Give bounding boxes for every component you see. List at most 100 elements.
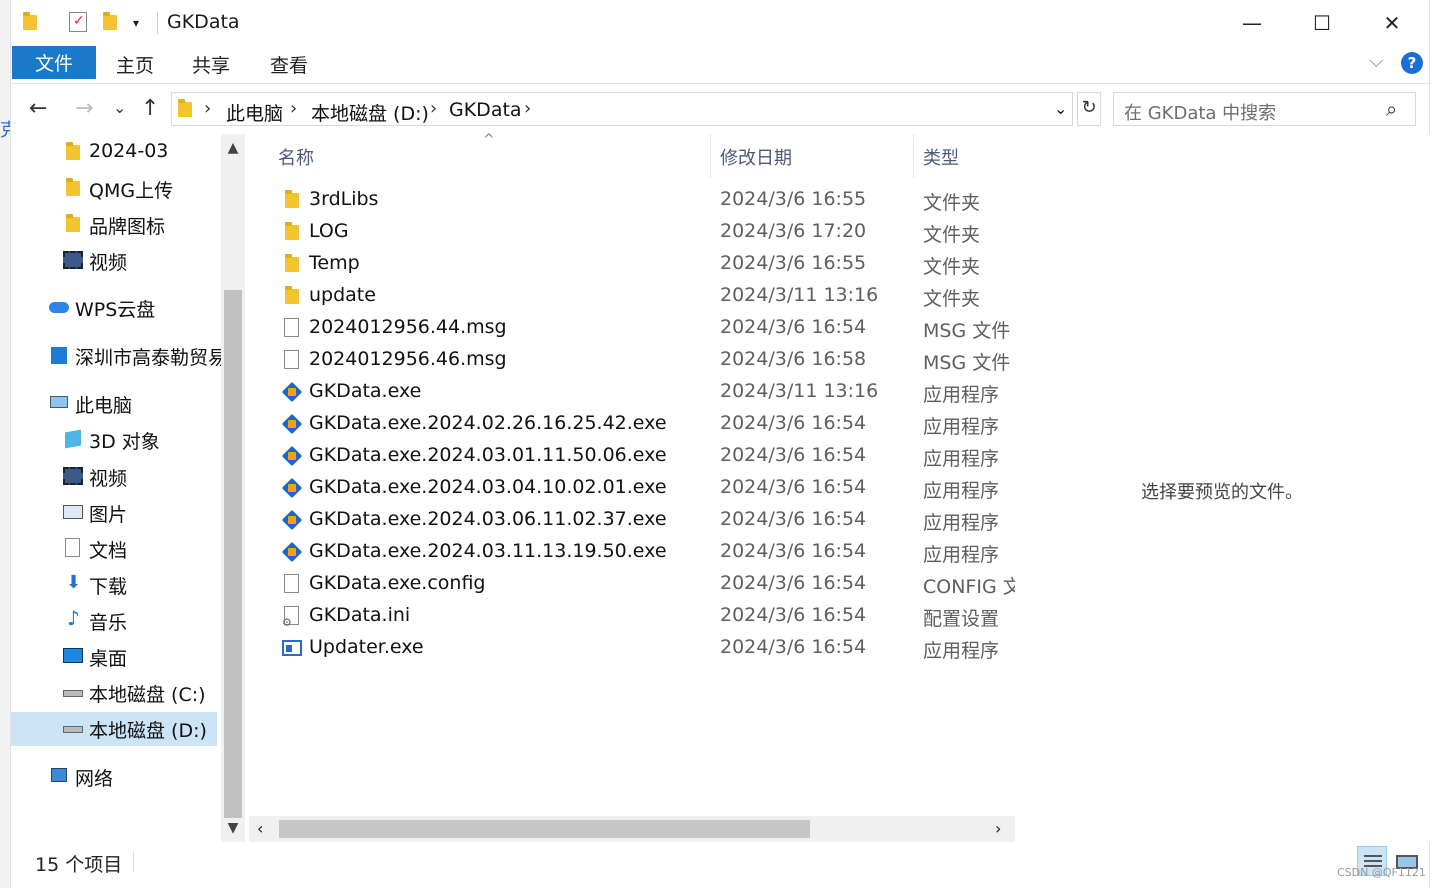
back-button[interactable]: ← [29,96,47,121]
computer-icon [49,393,69,413]
file-name: GKData.exe.2024.03.06.11.02.37.exe [309,508,667,530]
sidebar-item-label: 下载 [89,576,128,598]
tab-home[interactable]: 主页 [116,51,154,78]
scroll-up-icon[interactable]: ▲ [221,136,245,160]
file-row[interactable]: Temp 2024/3/6 16:55 文件夹 [249,248,1015,280]
search-input[interactable]: 在 GKData 中搜索 ⌕ [1113,92,1416,126]
sidebar-item[interactable]: WPS云盘 [11,291,221,325]
sidebar-item-label: 本地磁盘 (C:) [89,684,206,706]
column-header-type[interactable]: 类型 [923,144,959,170]
sidebar-item[interactable]: 图片 [11,496,221,530]
sidebar-item[interactable]: 本地磁盘 (C:) [11,676,221,710]
file-row[interactable]: update 2024/3/11 13:16 文件夹 [249,280,1015,312]
file-row[interactable]: GKData.exe.2024.03.04.10.02.01.exe 2024/3… [249,472,1015,504]
folder-icon [282,190,302,210]
expand-ribbon-icon[interactable]: ⌵ [1369,50,1383,72]
breadcrumb-gkdata[interactable]: GKData [449,99,522,121]
file-type: 文件夹 [923,192,981,214]
title-divider [157,12,158,34]
sidebar-item[interactable]: 文档 [11,532,221,566]
new-folder-icon[interactable] [103,12,123,32]
cloud-icon [49,297,69,317]
file-date: 2024/3/6 16:58 [720,348,867,370]
sidebar-item[interactable]: 桌面 [11,640,221,674]
file-name: GKData.exe.2024.03.01.11.50.06.exe [309,444,667,466]
sidebar-item[interactable]: 此电脑 [11,387,221,421]
minimize-button[interactable]: — [1217,0,1287,46]
scroll-left-icon[interactable]: ‹ [257,819,263,838]
sidebar-item[interactable]: 品牌图标 [11,208,221,242]
help-button[interactable]: ? [1401,52,1423,74]
file-row[interactable]: GKData.exe.2024.03.11.13.19.50.exe 2024/3… [249,536,1015,568]
file-type: MSG 文件 [923,320,1011,342]
maximize-button[interactable]: ☐ [1287,0,1357,46]
address-bar[interactable]: › 此电脑 › 本地磁盘 (D:) › GKData › ⌄ [171,92,1073,126]
up-button[interactable]: ↑ [141,96,159,121]
customize-toolbar-icon[interactable]: ▾ [133,16,153,36]
building-icon [49,345,69,365]
column-header-name[interactable]: 名称 [278,144,314,170]
properties-icon[interactable]: ✓ [69,12,87,32]
desktop-icon [63,646,83,666]
file-row[interactable]: 2024012956.44.msg 2024/3/6 16:54 MSG 文件 [249,312,1015,344]
folder-icon [63,178,83,198]
chevron-right-icon[interactable]: › [430,98,437,119]
file-row[interactable]: GKData.exe 2024/3/11 13:16 应用程序 [249,376,1015,408]
scroll-right-icon[interactable]: › [995,819,1001,838]
sidebar-item[interactable]: QMG上传 [11,172,221,206]
refresh-button[interactable]: ↻ [1077,92,1101,126]
chevron-right-icon[interactable]: › [290,98,297,119]
sidebar-item-label: 3D 对象 [89,431,160,453]
tab-file[interactable]: 文件 [12,46,96,79]
app-icon [281,541,303,563]
breadcrumb-drive-d[interactable]: 本地磁盘 (D:) [311,99,429,126]
recent-locations-button[interactable]: ⌄ [113,98,126,117]
folder-icon [282,254,302,274]
sidebar-item[interactable]: 视频 [11,460,221,494]
file-row[interactable]: GKData.exe.2024.03.01.11.50.06.exe 2024/3… [249,440,1015,472]
column-divider[interactable] [913,134,914,178]
tab-share[interactable]: 共享 [192,51,230,78]
sidebar-item-label: 视频 [89,252,128,274]
file-row[interactable]: GKData.exe.config 2024/3/6 16:54 CONFIG 文 [249,568,1015,600]
file-row[interactable]: ⚙ GKData.ini 2024/3/6 16:54 配置设置 [249,600,1015,632]
scroll-down-icon[interactable]: ▼ [221,816,245,840]
file-row[interactable]: GKData.exe.2024.03.06.11.02.37.exe 2024/3… [249,504,1015,536]
sidebar-scroll-thumb[interactable] [224,290,242,818]
column-divider[interactable] [710,134,711,178]
horizontal-scroll-thumb[interactable] [279,820,810,838]
close-button[interactable]: ✕ [1357,0,1427,46]
sidebar-item[interactable]: 2024-03 [11,136,221,170]
file-row[interactable]: LOG 2024/3/6 17:20 文件夹 [249,216,1015,248]
file-row[interactable]: 3rdLibs 2024/3/6 16:55 文件夹 [249,184,1015,216]
chevron-right-icon[interactable]: › [524,98,531,119]
file-name: GKData.exe [309,380,422,402]
file-row[interactable]: GKData.exe.2024.02.26.16.25.42.exe 2024/3… [249,408,1015,440]
forward-button[interactable]: → [75,96,93,121]
file-type: 文件夹 [923,288,981,310]
sidebar-item[interactable]: 3D 对象 [11,423,221,457]
sidebar-scrollbar[interactable]: ▲ ▼ [221,134,245,842]
navigation-bar: ← → ⌄ ↑ › 此电脑 › 本地磁盘 (D:) › GKData › ⌄ ↻… [11,84,1431,134]
tab-view[interactable]: 查看 [270,51,308,78]
file-type: 应用程序 [923,480,1000,502]
address-dropdown-button[interactable]: ⌄ [1054,99,1067,118]
sidebar-item[interactable]: ♪ 音乐 [11,604,221,638]
file-icon [282,350,302,370]
column-header-date[interactable]: 修改日期 [720,144,792,170]
sidebar-item[interactable]: 网络 [11,760,221,794]
sidebar-item-label: 音乐 [89,612,128,634]
file-row[interactable]: 2024012956.46.msg 2024/3/6 16:58 MSG 文件 [249,344,1015,376]
horizontal-scrollbar[interactable]: ‹ › [249,816,1015,842]
watermark: CSDN @QF1121 [1337,866,1426,879]
sidebar-item[interactable]: 本地磁盘 (D:) [11,712,221,746]
search-icon[interactable]: ⌕ [1386,97,1397,121]
file-row[interactable]: Updater.exe 2024/3/6 16:54 应用程序 [249,632,1015,664]
app-icon [281,509,303,531]
drive-icon [63,682,83,702]
sidebar-item[interactable]: ⬇ 下载 [11,568,221,602]
sidebar-item[interactable]: 深圳市高泰勒贸易 [11,339,227,373]
file-date: 2024/3/6 16:54 [720,476,867,498]
sidebar-item[interactable]: 视频 [11,244,221,278]
breadcrumb-this-pc[interactable]: 此电脑 [226,99,283,126]
